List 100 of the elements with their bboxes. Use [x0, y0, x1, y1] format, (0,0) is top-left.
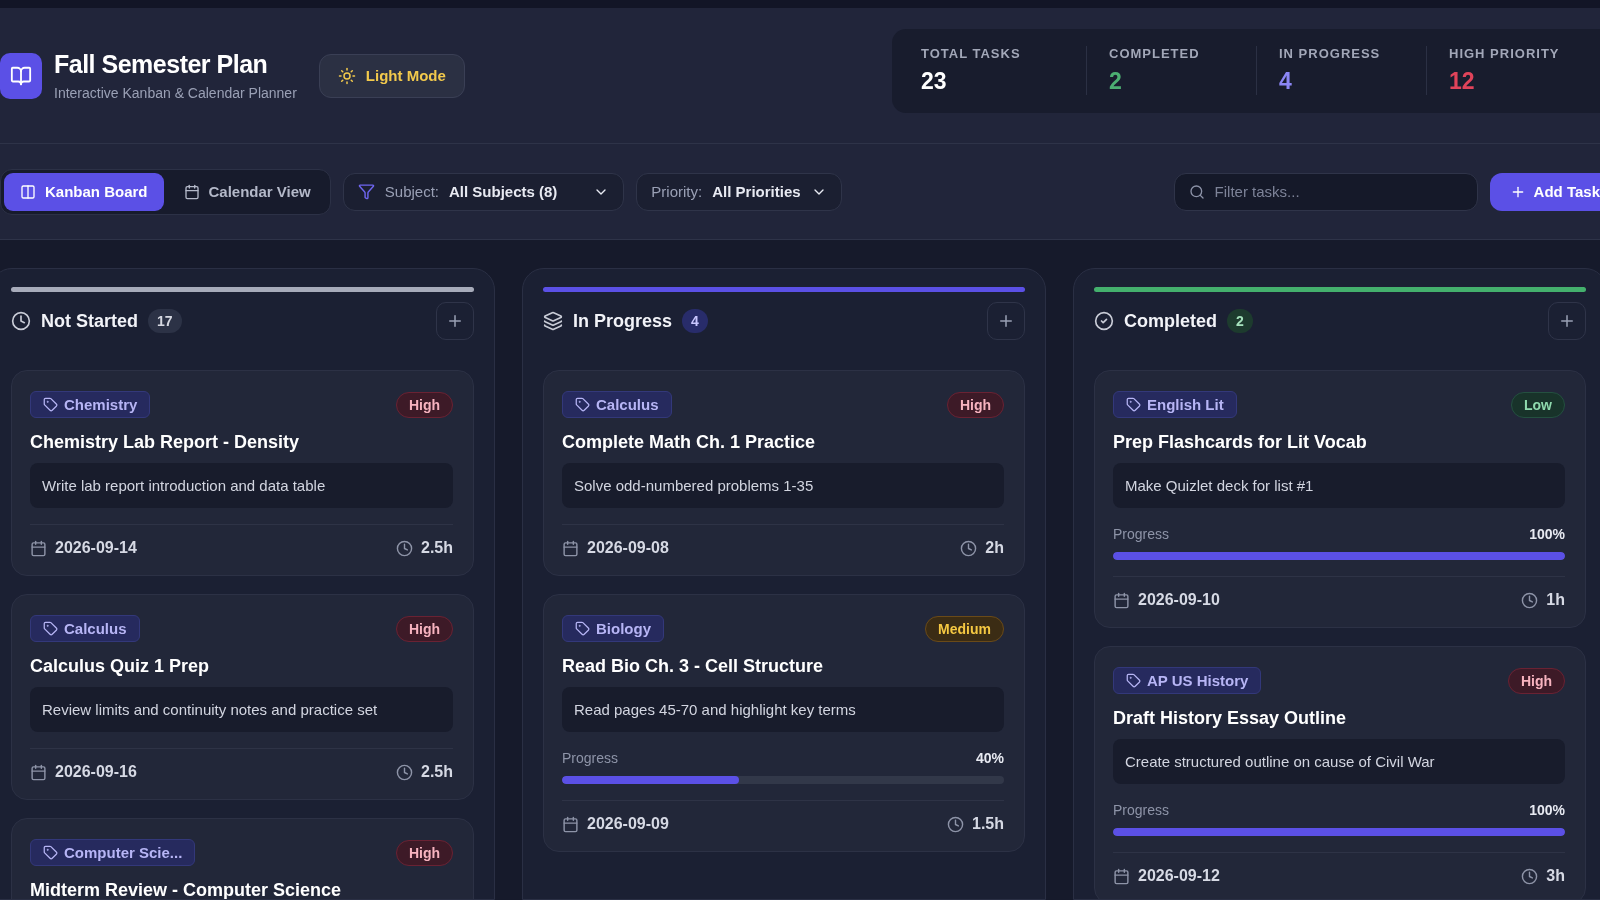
- priority-badge: High: [395, 391, 453, 418]
- stat-label: IN PROGRESS: [1279, 46, 1382, 61]
- task-title: Calculus Quiz 1 Prep: [30, 656, 211, 677]
- task-card[interactable]: English Lit Low Prep Flashcards for Lit Vocab Make Quizlet deck for list #1 Progress 100% 2026-09-10 1h: [1094, 370, 1586, 628]
- task-count: 17: [148, 309, 182, 333]
- progress-value: 40%: [975, 750, 1004, 766]
- add-task-button[interactable]: Add Task: [1489, 172, 1600, 211]
- filter-icon: [357, 183, 375, 200]
- clock-icon: [1521, 867, 1539, 885]
- task-card[interactable]: Calculus High Complete Math Ch. 1 Practice Solve odd-numbered problems 1-35 2026-09-08 2h: [543, 370, 1025, 576]
- search-bar[interactable]: Filter tasks...: [1173, 172, 1478, 211]
- task-description: Read pages 45-70 and highlight key terms: [562, 687, 1004, 732]
- add-button[interactable]: [987, 302, 1025, 340]
- subject-tag: Calculus: [30, 615, 140, 642]
- task-title: Draft History Essay Outline: [1113, 708, 1348, 729]
- task-card[interactable]: Calculus High Calculus Quiz 1 Prep Review limits and continuity notes and practice set 2026-09-16 2.5h: [11, 594, 474, 800]
- task-title: Complete Math Ch. 1 Practice: [562, 432, 817, 453]
- tag-icon: [43, 621, 58, 636]
- plus-icon: [1558, 312, 1576, 330]
- subject-tag: Computer Scie...: [30, 839, 196, 866]
- priority-badge: High: [1507, 667, 1565, 694]
- filter-dropdown[interactable]: Subject: All Subjects (8): [342, 172, 625, 211]
- calendar-icon: [562, 815, 579, 833]
- sun-icon: [337, 66, 356, 85]
- column-title: Not Started: [41, 310, 138, 332]
- clock-icon: [947, 815, 964, 833]
- add-button[interactable]: [436, 302, 474, 340]
- subject-tag: English Lit: [1113, 391, 1237, 418]
- calendar-icon: [30, 539, 47, 557]
- priority-badge: Medium: [925, 615, 1004, 642]
- stat-label: COMPLETED: [1109, 46, 1201, 61]
- progress-label: Progress: [562, 750, 619, 766]
- app-subtitle: Interactive Kanban & Calendar Planner: [54, 85, 297, 101]
- due-date: 2026-09-16: [30, 763, 137, 781]
- light-mode-button[interactable]: Light Mode: [318, 53, 465, 98]
- task-card[interactable]: Biology Medium Read Bio Ch. 3 - Cell Structure Read pages 45-70 and highlight key terms Progress 40% 2026-09-09 1.5h: [543, 594, 1025, 852]
- task-card[interactable]: Chemistry High Chemistry Lab Report - Density Write lab report introduction and data table 2026-09-14 2.5h: [11, 370, 474, 576]
- calendar-icon: [183, 183, 200, 200]
- clock-icon: [396, 539, 413, 557]
- progress-label: Progress: [1113, 526, 1170, 542]
- task-title: Midterm Review - Computer Science: [30, 880, 343, 899]
- clock-icon: [1521, 591, 1539, 609]
- column-title: In Progress: [573, 310, 673, 332]
- book-logo: [0, 52, 42, 99]
- search-field[interactable]: Filter tasks...: [1212, 182, 1463, 201]
- clock-icon: [11, 311, 31, 331]
- due-date: 2026-09-08: [562, 539, 669, 557]
- task-description: Make Quizlet deck for list #1: [1113, 463, 1565, 508]
- column-title: Completed: [1124, 310, 1217, 332]
- stat-value: 23: [921, 68, 948, 95]
- task-description: Solve odd-numbered problems 1-35: [562, 463, 1004, 508]
- check-circle-icon: [1094, 311, 1114, 331]
- task-title: Prep Flashcards for Lit Vocab: [1113, 432, 1368, 453]
- tag-icon: [1126, 673, 1141, 688]
- layers-icon: [543, 311, 563, 331]
- view-tab[interactable]: Calendar View: [167, 172, 327, 211]
- progress-label: Progress: [1113, 802, 1170, 818]
- task-title: Chemistry Lab Report - Density: [30, 432, 301, 453]
- stat-label: HIGH PRIORITY: [1449, 46, 1561, 61]
- calendar-icon: [1113, 591, 1130, 609]
- task-description: Review limits and continuity notes and practice set: [30, 687, 453, 732]
- duration: 2.5h: [396, 763, 453, 781]
- add-button[interactable]: [1548, 302, 1586, 340]
- subject-tag: Biology: [562, 615, 664, 642]
- duration: 3h: [1521, 867, 1565, 885]
- task-description: Create structured outline on cause of Civil War: [1113, 739, 1565, 784]
- calendar-icon: [562, 539, 579, 557]
- priority-badge: High: [395, 839, 453, 866]
- view-tab[interactable]: Kanban Board: [4, 172, 164, 211]
- stat-label: TOTAL TASKS: [921, 46, 1022, 61]
- stat-value: 12: [1449, 68, 1476, 95]
- columns-icon: [20, 183, 36, 200]
- due-date: 2026-09-12: [1113, 867, 1220, 885]
- duration: 2h: [960, 539, 1004, 557]
- due-date: 2026-09-09: [562, 815, 669, 833]
- app-title: Fall Semester Plan: [54, 50, 269, 79]
- priority-badge: High: [946, 391, 1004, 418]
- due-date: 2026-09-10: [1113, 591, 1220, 609]
- task-card[interactable]: Computer Scie... High Midterm Review - Computer Science: [11, 818, 474, 899]
- task-count: 4: [682, 309, 708, 333]
- duration: 2.5h: [396, 539, 453, 557]
- clock-icon: [960, 539, 978, 557]
- subject-tag: Calculus: [562, 391, 672, 418]
- calendar-icon: [1113, 867, 1130, 885]
- duration: 1.5h: [947, 815, 1004, 833]
- task-title: Read Bio Ch. 3 - Cell Structure: [562, 656, 825, 677]
- stat-value: 2: [1109, 68, 1123, 95]
- progress-value: 100%: [1529, 526, 1565, 542]
- stat-value: 4: [1279, 68, 1293, 95]
- tag-icon: [43, 845, 58, 860]
- tag-icon: [575, 397, 590, 412]
- search-icon: [1188, 183, 1205, 200]
- task-card[interactable]: AP US History High Draft History Essay Outline Create structured outline on cause of Civil War Progress 100% 2026-09-12 3h: [1094, 646, 1586, 899]
- clock-icon: [396, 763, 413, 781]
- plus-icon: [446, 312, 464, 330]
- calendar-icon: [30, 763, 47, 781]
- duration: 1h: [1521, 591, 1565, 609]
- filter-dropdown[interactable]: Priority: All Priorities: [636, 172, 842, 211]
- progress-value: 100%: [1529, 802, 1565, 818]
- priority-badge: Low: [1511, 391, 1565, 418]
